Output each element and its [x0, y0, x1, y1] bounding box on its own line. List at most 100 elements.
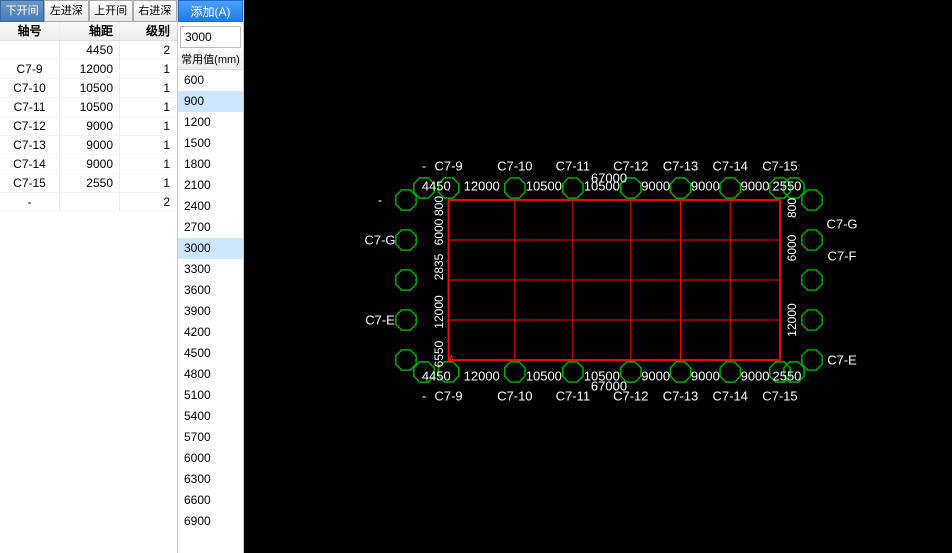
common-value-item[interactable]: 4500	[178, 343, 243, 364]
table-row[interactable]: C7-9 12000 1	[0, 60, 177, 79]
vdim-right: 6000	[785, 235, 799, 262]
common-value-item[interactable]: 2400	[178, 196, 243, 217]
dim-label-bottom: 2550	[772, 369, 801, 384]
level-cell: 2	[120, 193, 176, 211]
axis-label-top: C7-10	[497, 159, 532, 174]
common-value-item[interactable]: 3900	[178, 301, 243, 322]
dim-label-bottom: 9000	[691, 369, 720, 384]
axis-label-bottom: C7-15	[762, 389, 797, 404]
dist-cell: 10500	[60, 79, 120, 97]
table-row[interactable]: C7-15 2550 1	[0, 174, 177, 193]
table-row[interactable]: C7-10 10500 1	[0, 79, 177, 98]
vdim-left: 2835	[432, 254, 446, 281]
axis-label-top: C7-13	[663, 159, 698, 174]
table-row[interactable]: C7-13 9000 1	[0, 136, 177, 155]
common-value-item[interactable]: 4800	[178, 364, 243, 385]
dist-cell: 2550	[60, 174, 120, 192]
table-row[interactable]: C7-14 9000 1	[0, 155, 177, 174]
dim-label-top: 4450	[422, 179, 451, 194]
tab-left-depth[interactable]: 左进深	[44, 0, 88, 22]
dim-label-top: 10500	[526, 179, 562, 194]
common-value-item[interactable]: 2100	[178, 175, 243, 196]
level-cell: 1	[120, 155, 176, 173]
common-values-label: 常用值(mm)	[178, 50, 243, 70]
axis-cell: C7-14	[0, 155, 60, 173]
total-width-top: 67000	[591, 171, 627, 186]
svg-text:*: *	[449, 351, 455, 367]
axis-label-top: -	[422, 159, 426, 174]
axis-cell: C7-11	[0, 98, 60, 116]
dim-label-bottom: 4450	[422, 369, 451, 384]
common-value-item[interactable]: 5700	[178, 427, 243, 448]
axis-label-top: C7-15	[762, 159, 797, 174]
dist-cell	[60, 193, 120, 211]
axis-table-header: 轴号 轴距 级别	[0, 22, 177, 41]
common-value-item[interactable]: 6000	[178, 448, 243, 469]
common-values-list[interactable]: 6009001200150018002100240027003000330036…	[178, 70, 243, 553]
axis-label-top: C7-11	[556, 159, 590, 174]
axis-label-top: C7-9	[434, 159, 462, 174]
table-row[interactable]: C7-11 10500 1	[0, 98, 177, 117]
common-value-item[interactable]: 1200	[178, 112, 243, 133]
axis-cell: -	[0, 193, 60, 211]
plan-canvas[interactable]: *C7-9C7-9C7-10C7-10C7-11C7-11C7-12C7-12C…	[244, 0, 952, 553]
axis-label-right: C7-F	[828, 249, 857, 264]
axis-label-bottom: C7-11	[556, 389, 590, 404]
tab-up-bay[interactable]: 上开间	[89, 0, 133, 22]
common-value-item[interactable]: 5100	[178, 385, 243, 406]
common-value-item[interactable]: 600	[178, 70, 243, 91]
add-button[interactable]: 添加(A)	[178, 0, 243, 22]
dist-cell: 4450	[60, 41, 120, 59]
distance-input[interactable]	[180, 26, 241, 48]
dist-cell: 10500	[60, 98, 120, 116]
axis-cell: C7-15	[0, 174, 60, 192]
dim-label-bottom: 9000	[741, 369, 770, 384]
vdim-left: 6000	[432, 219, 446, 246]
axis-label-left: C7-G	[364, 233, 395, 248]
common-value-item[interactable]: 3000	[178, 238, 243, 259]
common-value-item[interactable]: 4200	[178, 322, 243, 343]
common-value-item[interactable]: 5400	[178, 406, 243, 427]
common-values-panel: 添加(A) 常用值(mm) 60090012001500180021002400…	[178, 0, 244, 553]
vdim-right: 12000	[785, 303, 799, 336]
tab-right-depth[interactable]: 右进深	[133, 0, 177, 22]
common-value-item[interactable]: 2700	[178, 217, 243, 238]
table-row[interactable]: - 2	[0, 193, 177, 212]
dim-label-bottom: 9000	[641, 369, 670, 384]
axis-label-bottom: C7-14	[712, 389, 747, 404]
common-value-item[interactable]: 3300	[178, 259, 243, 280]
level-cell: 1	[120, 174, 176, 192]
common-value-item[interactable]: 3600	[178, 280, 243, 301]
axis-label-bottom: C7-10	[497, 389, 532, 404]
axis-label-left: -	[378, 193, 382, 208]
axis-cell: C7-12	[0, 117, 60, 135]
axis-cell: C7-13	[0, 136, 60, 154]
axis-label-bottom: C7-13	[663, 389, 698, 404]
table-row[interactable]: C7-12 9000 1	[0, 117, 177, 136]
level-cell: 1	[120, 117, 176, 135]
tab-down-bay[interactable]: 下开间	[0, 0, 44, 22]
common-value-item[interactable]: 6300	[178, 469, 243, 490]
vdim-left: 800	[432, 196, 446, 216]
common-value-item[interactable]: 6900	[178, 511, 243, 532]
common-value-item[interactable]: 900	[178, 91, 243, 112]
vdim-left: 12000	[432, 295, 446, 328]
common-value-item[interactable]: 6600	[178, 490, 243, 511]
level-cell: 1	[120, 60, 176, 78]
common-value-item[interactable]: 1800	[178, 154, 243, 175]
dist-cell: 9000	[60, 155, 120, 173]
dist-cell: 12000	[60, 60, 120, 78]
table-row[interactable]: 4450 2	[0, 41, 177, 60]
vdim-left: 6550	[432, 341, 446, 368]
level-cell: 2	[120, 41, 176, 59]
axis-label-left: C7-E	[365, 313, 395, 328]
dist-cell: 9000	[60, 136, 120, 154]
total-width-bottom: 67000	[591, 379, 627, 394]
col-axis-header: 轴号	[0, 22, 60, 40]
common-value-item[interactable]: 1500	[178, 133, 243, 154]
level-cell: 1	[120, 98, 176, 116]
axis-cell: C7-9	[0, 60, 60, 78]
axis-label-bottom: -	[422, 389, 426, 404]
dim-label-bottom: 12000	[464, 369, 500, 384]
axis-table-body: 4450 2C7-9 12000 1C7-10 10500 1C7-11 105…	[0, 41, 177, 212]
